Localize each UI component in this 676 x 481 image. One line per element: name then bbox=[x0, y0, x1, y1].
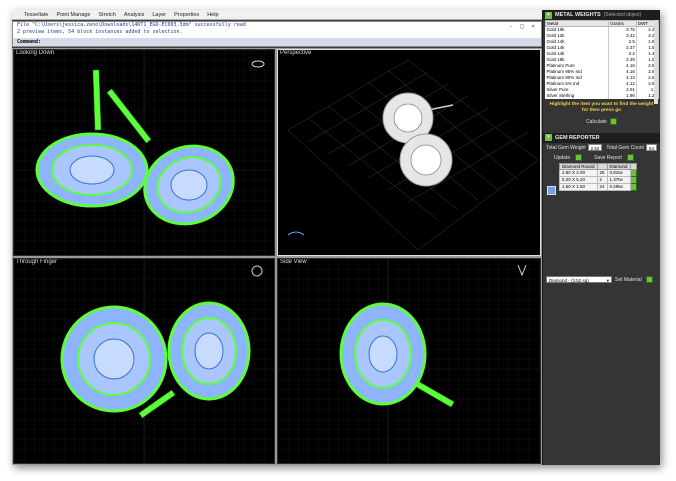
select-gem-button[interactable] bbox=[629, 182, 637, 191]
gem-table: Diamond Round Diamond 2.80 X 2.00 28 0.81t… bbox=[559, 162, 637, 191]
gem-size: 2.80 X 2.00 bbox=[559, 168, 598, 177]
material-select[interactable]: Diamond - (3.52 sg) ▾ bbox=[546, 276, 612, 283]
calculate-button[interactable] bbox=[609, 118, 617, 125]
viewport-through-finger[interactable]: Through Finger bbox=[13, 258, 275, 464]
gem-count: 24 bbox=[596, 182, 608, 191]
update-label: Update bbox=[554, 154, 571, 161]
chevron-down-icon: ▾ bbox=[606, 278, 609, 283]
save-report-button[interactable] bbox=[626, 154, 634, 161]
gem-weight: 0.29tw bbox=[606, 182, 631, 191]
metal-hint-text: Highlight the item you want to find the … bbox=[549, 101, 654, 113]
gem-size: 5.20 X 5.20 bbox=[559, 175, 598, 184]
menu-item[interactable]: Tessellate bbox=[24, 12, 48, 18]
total-weight-field: 2.52 bbox=[587, 144, 603, 151]
gem-size: 1.50 X 1.50 bbox=[559, 182, 598, 191]
gem-reporter-title: GEM REPORTER bbox=[555, 134, 600, 141]
total-count-label: Total Gem Count bbox=[606, 144, 644, 151]
command-prompt[interactable]: Command: bbox=[13, 38, 541, 46]
gem-weight: 0.81tw bbox=[606, 168, 631, 177]
menu-item[interactable]: Analysis bbox=[124, 12, 144, 18]
command-line-2: 2 preview items, 54 block instances adde… bbox=[17, 28, 183, 35]
calculate-row: Calculate bbox=[543, 117, 660, 127]
side-view-scene bbox=[278, 259, 540, 463]
select-gem-button[interactable] bbox=[629, 175, 637, 184]
gem-weight: 1.37tw bbox=[606, 175, 631, 184]
metal-table-scrollbar[interactable] bbox=[654, 20, 658, 104]
viewport-perspective[interactable]: Perspective bbox=[277, 49, 541, 256]
menu-item[interactable]: Layer bbox=[152, 12, 166, 18]
command-history: File "C:\Users\jessica.zeno\Downloads\14… bbox=[12, 21, 542, 47]
total-weight-label: Total Gem Weight bbox=[546, 144, 586, 151]
material-row: Diamond - (3.52 sg) ▾ Set Material bbox=[543, 275, 660, 285]
side-panel: × METAL WEIGHTS (Selected object) Metal … bbox=[542, 10, 660, 465]
viewport-title[interactable]: Looking Down bbox=[16, 50, 54, 56]
set-material-label: Set Material bbox=[615, 276, 642, 283]
viewport-title[interactable]: Through Finger bbox=[16, 259, 57, 265]
gem-totals-row: Total Gem Weight 2.52 Total Gem Count 54 bbox=[543, 143, 660, 153]
menu-item[interactable]: Stretch bbox=[98, 12, 115, 18]
metal-weights-header: × METAL WEIGHTS (Selected object) bbox=[543, 10, 660, 20]
save-report-label: Save Report bbox=[594, 154, 622, 161]
window-controls[interactable]: - □ × bbox=[509, 23, 537, 30]
total-count-field: 54 bbox=[645, 144, 657, 151]
viewport-looking-down[interactable]: Looking Down bbox=[13, 49, 275, 256]
metal-weights-table: Metal Grams DWT Gold 10k 3.75 2.41 Gold 12… bbox=[544, 20, 660, 99]
table-row[interactable]: 1.50 X 1.50 24 0.29tw bbox=[559, 182, 637, 191]
menu-item[interactable]: Help bbox=[207, 12, 218, 18]
gem-count: 28 bbox=[596, 168, 608, 177]
gem-count: 2 bbox=[596, 175, 608, 184]
material-select-value: Diamond - (3.52 sg) bbox=[549, 278, 589, 283]
menu-item[interactable]: Properties bbox=[174, 12, 199, 18]
looking-down-scene bbox=[14, 50, 274, 255]
update-button[interactable] bbox=[575, 154, 583, 161]
metal-weights-title: METAL WEIGHTS bbox=[555, 12, 601, 18]
calculate-label: Calculate bbox=[586, 118, 607, 125]
app-window: Tessellate Point Manage Stretch Analysis… bbox=[12, 10, 660, 465]
viewport-grid: Looking Down Perspective Through Finger … bbox=[12, 48, 542, 465]
set-material-button[interactable] bbox=[645, 276, 653, 283]
viewport-side-view[interactable]: Side View bbox=[277, 258, 541, 464]
metal-weights-subtitle: (Selected object) bbox=[603, 12, 642, 18]
viewport-title[interactable]: Side View bbox=[280, 259, 307, 265]
gem-reporter-header: × GEM REPORTER bbox=[543, 132, 660, 143]
menu-item[interactable]: Point Manage bbox=[56, 12, 90, 18]
select-gem-button[interactable] bbox=[629, 168, 637, 177]
menu-bar: Tessellate Point Manage Stretch Analysis… bbox=[12, 10, 542, 20]
perspective-scene bbox=[287, 59, 539, 251]
table-row[interactable]: 2.80 X 2.00 28 0.81tw bbox=[559, 168, 637, 177]
gem-actions-row: Update Save Report bbox=[543, 153, 660, 163]
column-header: Diamond Round bbox=[559, 162, 598, 170]
viewport-title[interactable]: Perspective bbox=[280, 50, 311, 56]
close-icon[interactable]: × bbox=[545, 134, 552, 141]
column-header: Diamond bbox=[606, 162, 631, 170]
through-finger-scene bbox=[14, 259, 274, 463]
table-row[interactable]: 5.20 X 5.20 2 1.37tw bbox=[559, 175, 637, 184]
close-icon[interactable]: × bbox=[545, 11, 552, 19]
gem-icon bbox=[547, 186, 556, 195]
